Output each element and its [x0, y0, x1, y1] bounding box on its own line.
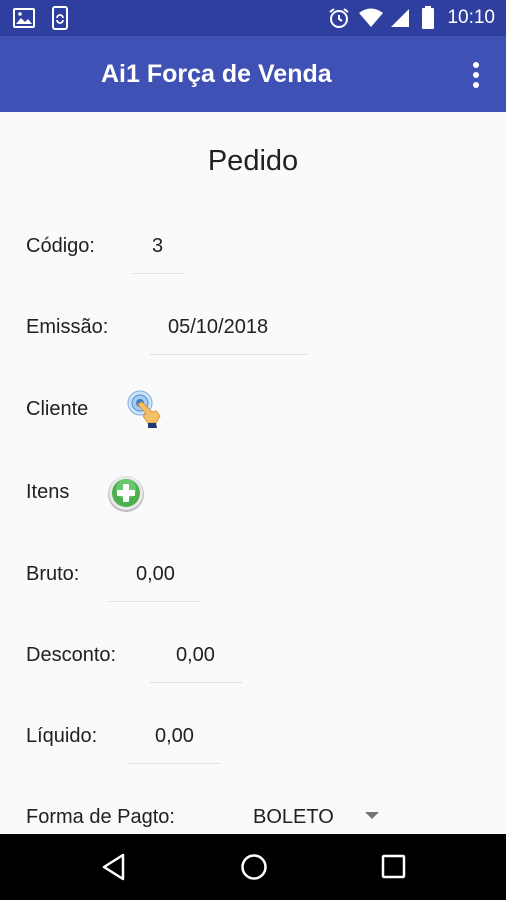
codigo-underline	[132, 273, 184, 274]
liquido-field[interactable]: 0,00	[155, 725, 194, 748]
nav-bar	[0, 834, 506, 900]
desconto-field[interactable]: 0,00	[176, 644, 215, 667]
bruto-underline	[108, 601, 200, 602]
emissao-underline	[150, 354, 308, 355]
app-bar: Ai1 Força de Venda	[0, 36, 506, 112]
forma-pagto-label: Forma de Pagto:	[26, 806, 175, 828]
forma-pagto-select[interactable]: BOLETO	[253, 806, 334, 829]
signal-icon	[391, 9, 409, 27]
desconto-label: Desconto:	[26, 644, 117, 666]
bruto-field[interactable]: 0,00	[136, 563, 175, 586]
status-bar: 10:10	[0, 0, 506, 36]
liquido-underline	[128, 763, 220, 764]
app-title: Ai1 Força de Venda	[101, 60, 332, 88]
touch-select-icon[interactable]	[126, 390, 164, 430]
wifi-icon	[359, 8, 383, 27]
order-form: Pedido Código: 3 Emissão: 05/10/2018 Cli…	[0, 112, 506, 834]
recents-icon[interactable]	[381, 854, 407, 880]
codigo-field[interactable]: 3	[152, 235, 163, 258]
emissao-field[interactable]: 05/10/2018	[168, 316, 268, 339]
itens-label: Itens	[26, 481, 70, 503]
image-icon	[13, 8, 35, 28]
liquido-label: Líquido:	[26, 725, 98, 747]
battery-icon	[422, 6, 434, 29]
alarm-icon	[329, 8, 349, 28]
status-time: 10:10	[447, 7, 495, 28]
cliente-label: Cliente	[26, 398, 89, 420]
desconto-underline	[150, 682, 242, 683]
more-vert-icon[interactable]	[466, 60, 486, 90]
phone-sync-icon	[52, 6, 68, 30]
page-title: Pedido	[207, 145, 299, 177]
add-circle-icon[interactable]	[106, 473, 146, 513]
home-icon[interactable]	[239, 852, 269, 882]
chevron-down-icon[interactable]	[365, 812, 379, 819]
codigo-label: Código:	[26, 235, 95, 257]
back-icon[interactable]	[100, 852, 128, 882]
bruto-label: Bruto:	[26, 563, 80, 585]
emissao-label: Emissão:	[26, 316, 109, 338]
